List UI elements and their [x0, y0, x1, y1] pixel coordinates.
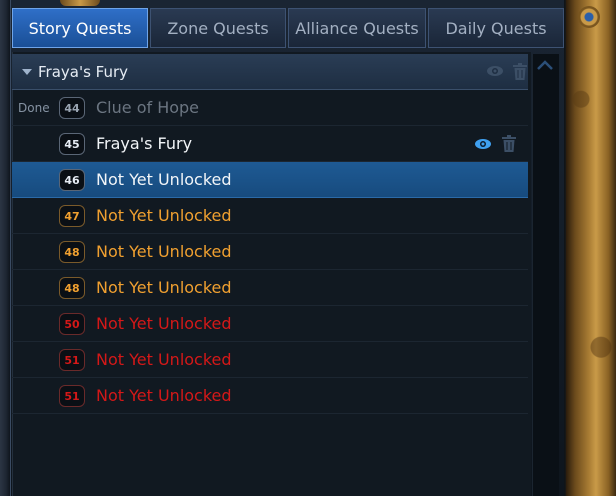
- chapter-title: Fraya's Fury: [38, 62, 129, 81]
- scroll-up-button[interactable]: [536, 58, 554, 72]
- scrollbar[interactable]: [532, 54, 559, 496]
- trash-icon[interactable]: [512, 63, 528, 81]
- level-badge: 46: [59, 169, 85, 191]
- quest-row[interactable]: 47 Not Yet Unlocked: [12, 198, 528, 234]
- level-badge: 48: [59, 241, 85, 263]
- parchment-decoration: [566, 0, 616, 496]
- level-badge: 48: [59, 277, 85, 299]
- done-label: Done: [18, 100, 50, 115]
- collapse-arrow-icon[interactable]: [22, 68, 32, 75]
- quest-row[interactable]: 48 Not Yet Unlocked: [12, 270, 528, 306]
- quest-name: Not Yet Unlocked: [96, 350, 232, 369]
- eye-icon[interactable]: [474, 138, 492, 150]
- left-frame-border: [0, 0, 11, 496]
- quest-name: Not Yet Unlocked: [96, 170, 232, 189]
- level-badge: 44: [59, 97, 85, 119]
- gear-ornament-icon: [578, 6, 600, 28]
- level-badge: 50: [59, 313, 85, 335]
- chevron-up-icon: [537, 60, 553, 70]
- quest-row[interactable]: 51 Not Yet Unlocked: [12, 342, 528, 378]
- top-ornament: [60, 0, 100, 6]
- quest-name: Clue of Hope: [96, 98, 200, 117]
- eye-icon[interactable]: [486, 65, 504, 77]
- quest-tabs: Story Quests Zone Quests Alliance Quests…: [12, 8, 566, 50]
- quest-name: Not Yet Unlocked: [96, 278, 232, 297]
- level-badge: 51: [59, 349, 85, 371]
- quest-row[interactable]: 48 Not Yet Unlocked: [12, 234, 528, 270]
- quest-row[interactable]: 50 Not Yet Unlocked: [12, 306, 528, 342]
- quest-row[interactable]: 51 Not Yet Unlocked: [12, 378, 528, 414]
- quest-name: Not Yet Unlocked: [96, 314, 232, 333]
- quest-name: Not Yet Unlocked: [96, 206, 232, 225]
- level-badge: 47: [59, 205, 85, 227]
- quest-name: Fraya's Fury: [96, 134, 193, 153]
- quest-row-clue-of-hope[interactable]: Done 44 Clue of Hope: [12, 90, 528, 126]
- tab-alliance-quests[interactable]: Alliance Quests: [288, 8, 426, 48]
- quest-row-selected[interactable]: 46 Not Yet Unlocked: [12, 162, 528, 198]
- quest-name: Not Yet Unlocked: [96, 386, 232, 405]
- tab-daily-quests[interactable]: Daily Quests: [428, 8, 564, 48]
- level-badge: 45: [59, 133, 85, 155]
- tab-zone-quests[interactable]: Zone Quests: [150, 8, 286, 48]
- tab-story-quests[interactable]: Story Quests: [12, 8, 148, 48]
- quest-row-frayas-fury[interactable]: 45 Fraya's Fury: [12, 126, 528, 162]
- level-badge: 51: [59, 385, 85, 407]
- chapter-header[interactable]: Fraya's Fury: [12, 54, 528, 90]
- quest-name: Not Yet Unlocked: [96, 242, 232, 261]
- quest-journal-window: Story Quests Zone Quests Alliance Quests…: [0, 0, 616, 496]
- trash-icon[interactable]: [501, 135, 517, 153]
